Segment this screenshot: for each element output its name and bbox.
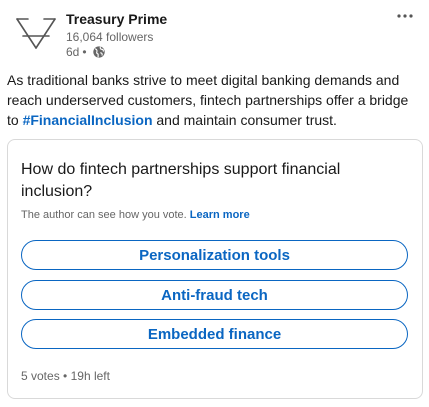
post-text: As traditional banks strive to meet digi… xyxy=(7,70,419,130)
vote-count: 5 votes xyxy=(21,369,60,383)
poll-card: How do fintech partnerships support fina… xyxy=(7,139,423,399)
post-text-end: and maintain consumer trust. xyxy=(152,112,337,128)
poll-privacy-note: The author can see how you vote. Learn m… xyxy=(21,209,250,221)
post-time: 6d xyxy=(66,45,80,59)
poll-question: How do fintech partnerships support fina… xyxy=(21,161,341,200)
poll-note-text: The author can see how you vote. xyxy=(21,209,187,221)
hashtag-link[interactable]: #FinancialInclusion xyxy=(23,112,153,128)
globe-icon xyxy=(92,46,105,58)
follower-count: 16,064 followers xyxy=(66,30,154,44)
footer-separator: • xyxy=(63,369,68,383)
poll-option-personalization-tools[interactable]: Personalization tools xyxy=(21,240,408,270)
more-options-button[interactable] xyxy=(393,8,417,24)
time-left: 19h left xyxy=(70,369,110,383)
poll-footer: 5 votes • 19h left xyxy=(21,369,110,383)
learn-more-link[interactable]: Learn more xyxy=(190,209,250,221)
poll-option-anti-fraud-tech[interactable]: Anti-fraud tech xyxy=(21,280,408,310)
poll-option-embedded-finance[interactable]: Embedded finance xyxy=(21,319,408,349)
author-name[interactable]: Treasury Prime xyxy=(66,11,167,27)
ellipsis-icon xyxy=(397,14,413,18)
post-meta: 6d • xyxy=(66,45,106,59)
meta-separator: • xyxy=(82,45,87,59)
feed-post: Treasury Prime 16,064 followers 6d • As … xyxy=(0,0,429,407)
post-header: Treasury Prime 16,064 followers 6d • xyxy=(12,8,417,60)
triangle-logo-icon[interactable] xyxy=(12,10,60,58)
